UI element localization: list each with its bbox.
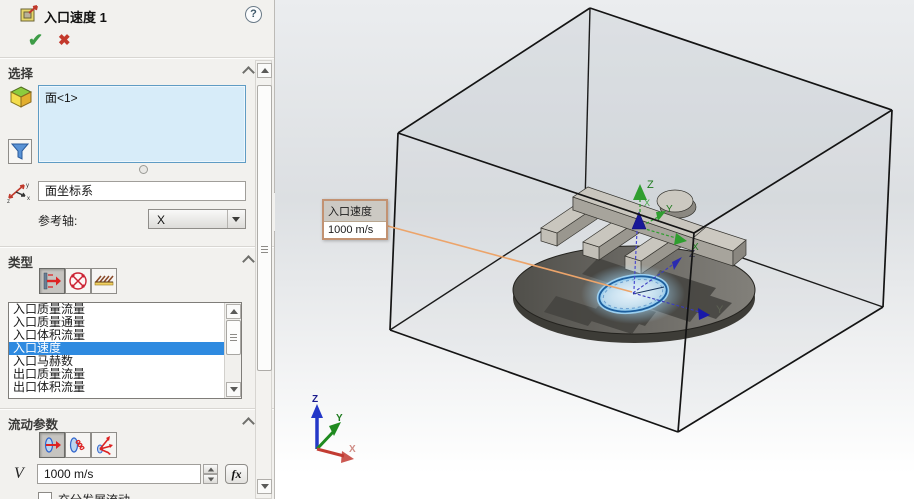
wall-icon (94, 275, 114, 286)
selection-list[interactable]: 面<1> (38, 85, 246, 163)
collapse-chevron-icon[interactable] (242, 255, 255, 268)
property-manager-panel: 入口速度 1 ? ✔ ✖ 选择 面<1> y x z 面坐标系 参考轴: X 类… (0, 0, 276, 499)
callout-title: 入口速度 (324, 201, 386, 222)
axis-label-y2: Y (716, 304, 724, 316)
flow-opening-button[interactable] (39, 268, 65, 294)
stepper-up-icon[interactable] (203, 464, 218, 474)
dropdown-arrow-icon[interactable] (227, 210, 245, 228)
section-label: 类型 (8, 256, 34, 270)
section-label: 流动参数 (8, 418, 59, 432)
velocity-stepper[interactable] (203, 464, 218, 484)
section-header-flow-parameters[interactable]: 流动参数 (8, 414, 255, 432)
velocity-3d-vector-button[interactable] (91, 432, 117, 458)
vector-3d-icon (97, 436, 113, 455)
flow-simulation-window: { "panel": { "title": "入口速度 1", "icons":… (0, 0, 914, 499)
scroll-down-icon[interactable] (226, 382, 241, 397)
collapse-chevron-icon[interactable] (242, 66, 255, 79)
triad-label-z: Z (312, 394, 318, 405)
scrollbar-thumb[interactable] (257, 85, 272, 371)
boundary-type-list[interactable]: 入口质量流量 入口质量通量 入口体积流量 入口速度 入口马赫数 出口质量流量 出… (8, 302, 242, 399)
view-orientation-triad: Z Y X (311, 394, 356, 463)
scroll-up-icon[interactable] (257, 63, 272, 78)
viewport-canvas: Z X X Y Z Y Z Y (311, 7, 893, 463)
coordinate-system-field[interactable]: 面坐标系 (38, 181, 246, 201)
pressure-opening-button[interactable] (65, 268, 91, 294)
page-title: 入口速度 1 (44, 10, 107, 25)
cancel-button[interactable]: ✖ (58, 33, 71, 49)
property-manager-titlebar: 入口速度 1 ? (0, 0, 276, 28)
callout-value[interactable]: 1000 m/s (324, 222, 386, 238)
face-selection-icon (10, 86, 33, 108)
fully-developed-flow-label: 充分发展流动 (58, 491, 130, 499)
triad-label-y: Y (336, 413, 343, 424)
panel-scrollbar[interactable] (255, 60, 272, 499)
filter-faces-button[interactable] (8, 139, 32, 164)
divider (0, 246, 276, 248)
selected-face[interactable] (581, 264, 685, 324)
equation-button[interactable]: fx (225, 464, 248, 484)
stepper-down-icon[interactable] (203, 474, 218, 484)
swirl-icon (69, 437, 85, 453)
list-item[interactable]: 出口体积流量 (9, 381, 241, 394)
resize-grip[interactable] (139, 165, 148, 174)
velocity-input[interactable]: 1000 m/s (37, 464, 201, 484)
swirl-velocity-button[interactable] (65, 432, 91, 458)
inlet-flow-icon (43, 272, 61, 290)
axis-label-y-small: Y (666, 204, 673, 215)
scroll-up-icon[interactable] (226, 304, 241, 319)
velocity-symbol: V (14, 465, 24, 482)
divider (0, 57, 276, 59)
pressure-opening-icon (69, 272, 87, 290)
boundary-condition-callout[interactable]: 入口速度 1000 m/s (322, 199, 388, 240)
section-header-selection[interactable]: 选择 (8, 63, 255, 81)
svg-text:z: z (7, 199, 10, 204)
fully-developed-flow-checkbox[interactable] (38, 492, 52, 499)
reference-axis-label: 参考轴: (38, 214, 78, 228)
selected-face-item[interactable]: 面<1> (45, 91, 78, 105)
funnel-icon (10, 143, 30, 160)
triad-label-x: X (349, 444, 356, 455)
ok-button[interactable]: ✔ (28, 31, 43, 49)
axis-label-z: Z (647, 179, 654, 191)
axis-label-x-small: X (644, 198, 650, 208)
feature-icon (20, 5, 38, 22)
help-icon[interactable]: ? (245, 6, 262, 23)
collapse-chevron-icon[interactable] (242, 417, 255, 430)
section-label: 选择 (8, 67, 34, 81)
normal-velocity-icon (44, 437, 61, 453)
reference-axis-dropdown[interactable]: X (148, 209, 246, 229)
coordinate-system-icon: y x z (7, 183, 30, 204)
list-scrollbar[interactable] (224, 303, 241, 398)
divider (0, 408, 276, 410)
scrollbar-thumb[interactable] (226, 320, 241, 355)
velocity-normal-to-face-button[interactable] (39, 432, 65, 458)
svg-text:y: y (26, 183, 29, 189)
svg-text:x: x (27, 196, 30, 202)
reference-axis-value: X (157, 213, 166, 227)
wall-button[interactable] (91, 268, 117, 294)
scroll-down-icon[interactable] (257, 479, 272, 494)
